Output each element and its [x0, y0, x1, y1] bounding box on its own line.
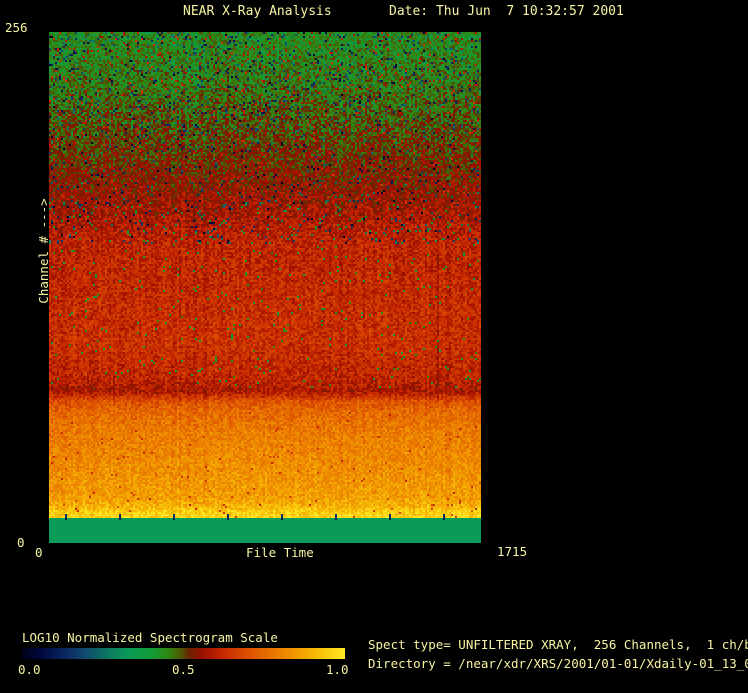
header-date: Date: Thu Jun 7 10:32:57 2001 — [389, 4, 624, 19]
page-title: NEAR X-Ray Analysis — [183, 4, 332, 19]
directory-info: Directory = /near/xdr/XRS/2001/01-01/Xda… — [368, 656, 748, 671]
near-xray-analysis-window: NEAR X-Ray Analysis Date: Thu Jun 7 10:3… — [0, 0, 748, 693]
x-axis-label: File Time — [246, 545, 314, 560]
colorbar-tick-05: 0.5 — [172, 662, 195, 677]
x-axis-tick-min: 0 — [35, 545, 43, 560]
colorbar-title: LOG10 Normalized Spectrogram Scale — [22, 630, 278, 645]
spect-type-info: Spect type= UNFILTERED XRAY, 256 Channel… — [368, 637, 748, 652]
x-axis-tick-max: 1715 — [497, 544, 528, 559]
y-axis-tick-min: 0 — [17, 535, 25, 550]
y-axis-tick-max: 256 — [5, 20, 28, 35]
spectrogram-image — [49, 32, 481, 543]
colorbar-tick-1: 1.0 — [326, 662, 349, 677]
colorbar-gradient — [22, 648, 345, 659]
colorbar-tick-0: 0.0 — [18, 662, 41, 677]
y-axis-label: Channel # ---> — [36, 198, 51, 304]
